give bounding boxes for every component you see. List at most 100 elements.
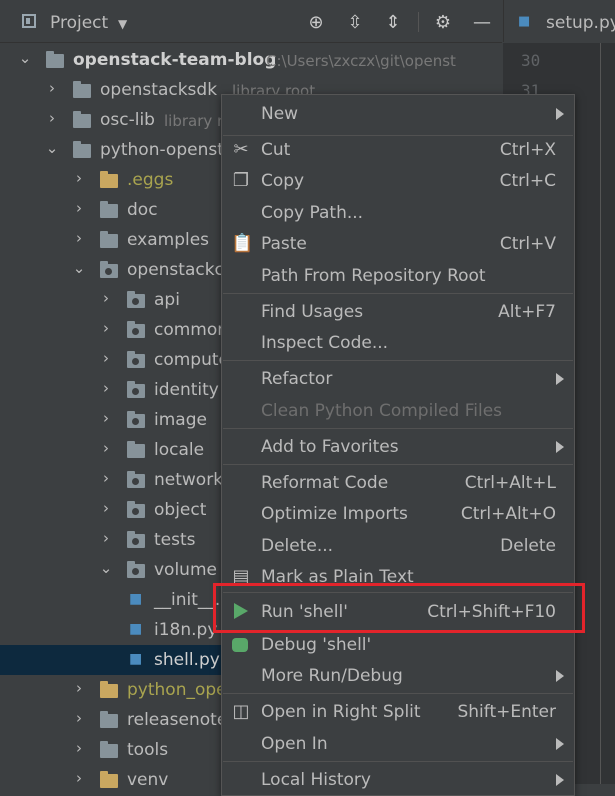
- menu-item-label: Delete...: [261, 536, 334, 556]
- menu-item-add-to-favorites[interactable]: Add to Favorites: [222, 432, 574, 462]
- chevron-right-icon[interactable]: ›: [99, 409, 113, 427]
- tree-item-label: .eggs: [127, 170, 174, 190]
- tree-item-label: openstackcl: [127, 260, 229, 280]
- menu-item-optimize-imports[interactable]: Optimize Imports Ctrl+Alt+O: [222, 499, 574, 529]
- chevron-right-icon[interactable]: ›: [45, 109, 59, 127]
- collapse-all-icon[interactable]: ⇕: [382, 12, 404, 33]
- locate-icon[interactable]: ⊕: [305, 12, 327, 33]
- menu-item-open-in[interactable]: Open In: [222, 729, 574, 759]
- folder-icon: [73, 111, 91, 128]
- menu-item-label: Reformat Code: [261, 473, 389, 493]
- context-menu: New ✂ Cut Ctrl+X ❐ Copy Ctrl+C Copy Path…: [221, 94, 575, 796]
- hide-icon[interactable]: —: [471, 12, 493, 33]
- folder-icon: [100, 171, 118, 188]
- menu-item-paste[interactable]: 📋 Paste Ctrl+V: [222, 229, 574, 259]
- menu-item-more-run-debug[interactable]: More Run/Debug: [222, 661, 574, 691]
- editor-tab-setup-py[interactable]: ■ setup.py: [503, 0, 615, 42]
- package-icon: [127, 531, 145, 548]
- gutter-divider: [600, 43, 601, 784]
- menu-separator: [223, 428, 573, 429]
- chevron-down-icon[interactable]: ▼: [118, 17, 127, 31]
- expand-all-icon[interactable]: ⇳: [344, 12, 366, 33]
- tree-item-label: common: [154, 320, 229, 340]
- tree-row-root[interactable]: ⌄ openstack-team-blog C:\Users\zxczx\git…: [0, 45, 502, 75]
- chevron-down-icon[interactable]: ⌄: [45, 139, 59, 157]
- tree-item-label: object: [154, 500, 207, 520]
- tree-item-label: locale: [154, 440, 205, 460]
- chevron-right-icon[interactable]: ›: [99, 289, 113, 307]
- chevron-down-icon[interactable]: ⌄: [72, 259, 86, 277]
- menu-item-shortcut: Shift+Enter: [457, 702, 556, 722]
- folder-icon: [100, 741, 118, 758]
- tree-item-label: examples: [127, 230, 210, 250]
- menu-item-reformat-code[interactable]: Reformat Code Ctrl+Alt+L: [222, 468, 574, 498]
- menu-item-copy[interactable]: ❐ Copy Ctrl+C: [222, 166, 574, 196]
- tree-root-path: C:\Users\zxczx\git\openst: [266, 52, 456, 70]
- menu-item-find-usages[interactable]: Find Usages Alt+F7: [222, 297, 574, 327]
- chevron-down-icon[interactable]: ⌄: [99, 559, 113, 577]
- project-title[interactable]: Project: [50, 13, 108, 33]
- chevron-right-icon[interactable]: ›: [99, 499, 113, 517]
- menu-item-refactor[interactable]: Refactor: [222, 364, 574, 394]
- cut-icon: ✂: [233, 139, 249, 160]
- chevron-right-icon[interactable]: ›: [99, 349, 113, 367]
- menu-item-local-history[interactable]: Local History: [222, 765, 574, 795]
- tree-item-label: identity: [154, 380, 219, 400]
- tree-item-label: volume: [154, 560, 217, 580]
- menu-item-label: Path From Repository Root: [261, 266, 486, 286]
- package-icon: [127, 321, 145, 338]
- chevron-right-icon[interactable]: ›: [72, 709, 86, 727]
- menu-item-inspect-code[interactable]: Inspect Code...: [222, 328, 574, 358]
- folder-icon: [100, 771, 118, 788]
- menu-item-open-in-right-split[interactable]: ◫ Open in Right Split Shift+Enter: [222, 697, 574, 727]
- menu-item-delete[interactable]: Delete... Delete: [222, 531, 574, 561]
- chevron-right-icon[interactable]: ›: [99, 469, 113, 487]
- tree-item-label: python_ope: [127, 680, 227, 700]
- chevron-right-icon[interactable]: ›: [72, 769, 86, 787]
- tree-item-label: tests: [154, 530, 196, 550]
- submenu-arrow-icon: [556, 108, 564, 120]
- menu-item-new[interactable]: New: [222, 99, 574, 129]
- gear-icon[interactable]: ⚙: [432, 12, 454, 33]
- chevron-right-icon[interactable]: ›: [45, 79, 59, 97]
- menu-item-shortcut: Ctrl+Alt+L: [464, 473, 556, 493]
- chevron-right-icon[interactable]: ›: [72, 739, 86, 757]
- folder-icon: [100, 231, 118, 248]
- menu-item-debug-shell[interactable]: Debug 'shell': [222, 630, 574, 660]
- menu-item-label: More Run/Debug: [261, 666, 403, 686]
- chevron-right-icon[interactable]: ›: [99, 439, 113, 457]
- menu-item-label: Debug 'shell': [261, 635, 372, 655]
- tree-item-label: venv: [127, 770, 169, 790]
- chevron-right-icon[interactable]: ›: [99, 379, 113, 397]
- chevron-right-icon[interactable]: ›: [99, 529, 113, 547]
- package-icon: [127, 471, 145, 488]
- menu-item-label: Inspect Code...: [261, 333, 389, 353]
- menu-item-label: Open In: [261, 734, 328, 754]
- menu-separator: [223, 293, 573, 294]
- menu-item-path-from-repository-root[interactable]: Path From Repository Root: [222, 261, 574, 291]
- python-file-icon: ■: [129, 621, 143, 637]
- chevron-right-icon[interactable]: ›: [72, 679, 86, 697]
- chevron-right-icon[interactable]: ›: [72, 199, 86, 217]
- folder-icon: [100, 201, 118, 218]
- package-icon: [127, 501, 145, 518]
- menu-item-label: Open in Right Split: [261, 702, 421, 722]
- tree-item-label: shell.py: [154, 650, 220, 670]
- menu-item-label: Paste: [261, 234, 307, 254]
- library-root-note: library r: [164, 112, 224, 130]
- menu-item-clean-python-compiled-files: Clean Python Compiled Files: [222, 396, 574, 426]
- chevron-right-icon[interactable]: ›: [72, 229, 86, 247]
- editor-tab-label: setup.py: [546, 13, 615, 33]
- menu-separator: [223, 464, 573, 465]
- menu-item-cut[interactable]: ✂ Cut Ctrl+X: [222, 135, 574, 165]
- folder-icon: [100, 681, 118, 698]
- menu-item-label: Optimize Imports: [261, 504, 408, 524]
- chevron-right-icon[interactable]: ›: [99, 319, 113, 337]
- python-file-icon: ■: [129, 651, 143, 667]
- package-icon: [127, 561, 145, 578]
- menu-item-copy-path[interactable]: Copy Path...: [222, 198, 574, 228]
- menu-item-label: Refactor: [261, 369, 333, 389]
- line-number: 30: [521, 51, 541, 70]
- chevron-down-icon[interactable]: ⌄: [18, 49, 32, 67]
- chevron-right-icon[interactable]: ›: [72, 169, 86, 187]
